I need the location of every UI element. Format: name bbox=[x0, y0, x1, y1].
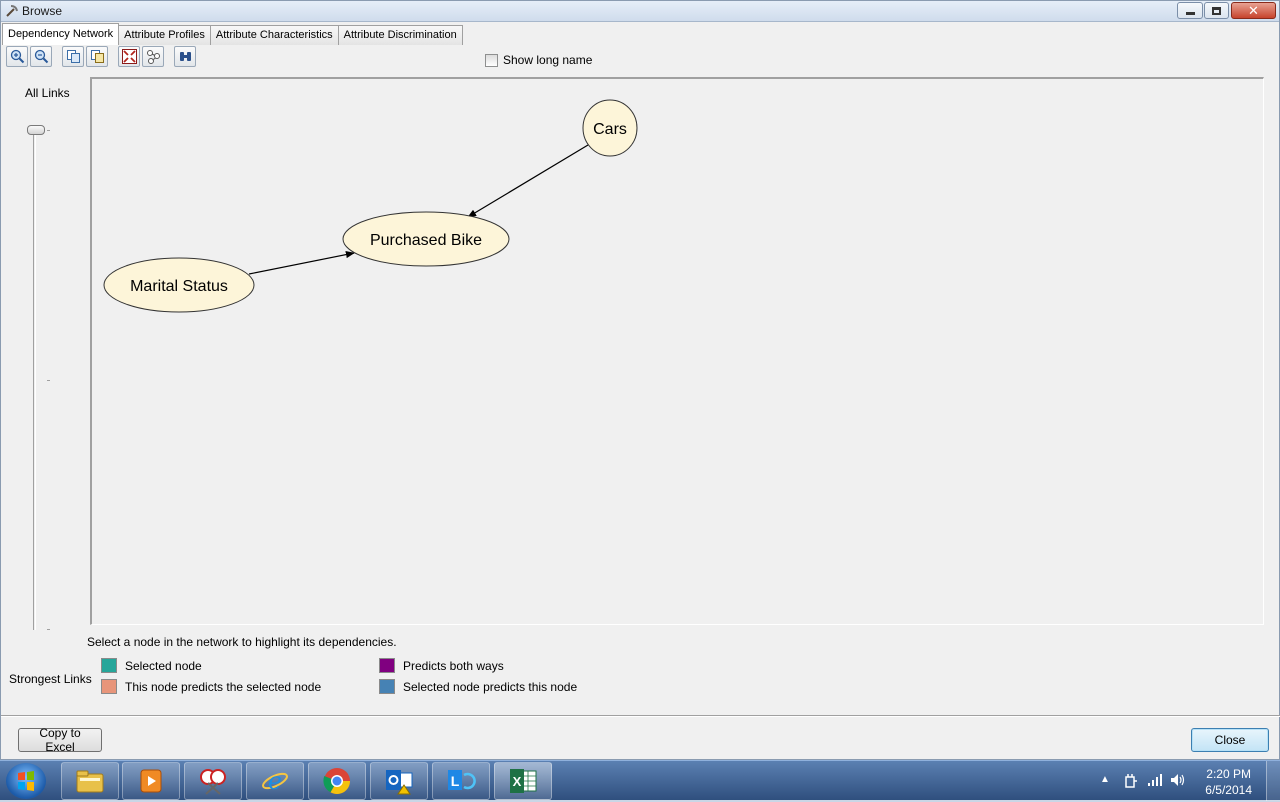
legend-swatch bbox=[101, 658, 117, 673]
taskbar-snipping-tool[interactable] bbox=[184, 762, 242, 800]
copy-graph-icon bbox=[90, 50, 104, 63]
copy-to-excel-button[interactable]: Copy to Excel bbox=[18, 726, 102, 754]
zoom-in-button[interactable] bbox=[6, 46, 28, 67]
legend-label: Predicts both ways bbox=[403, 658, 504, 673]
zoom-out-button[interactable] bbox=[30, 46, 52, 67]
volume-icon[interactable] bbox=[1170, 773, 1186, 787]
chrome-icon bbox=[323, 768, 351, 795]
zoom-out-icon bbox=[34, 49, 48, 64]
link-strength-slider-track[interactable] bbox=[33, 130, 36, 630]
hint-text: Select a node in the network to highligh… bbox=[87, 635, 397, 649]
dependency-network-canvas[interactable]: Cars Purchased Bike Marital Status bbox=[90, 77, 1264, 625]
minimize-button[interactable] bbox=[1177, 2, 1203, 19]
taskbar: e L X ▲ 2:20 PM 6/5/2014 bbox=[0, 760, 1280, 801]
system-tray: ▲ 2:20 PM 6/5/2014 bbox=[1090, 761, 1280, 801]
legend-selected-node: Selected node bbox=[101, 658, 202, 673]
network-graph: Cars Purchased Bike Marital Status bbox=[103, 99, 638, 313]
close-window-button[interactable]: ✕ bbox=[1231, 2, 1276, 19]
legend-swatch bbox=[101, 679, 117, 694]
slider-tick bbox=[47, 629, 50, 630]
show-long-name-checkbox[interactable] bbox=[485, 53, 498, 67]
node-cars[interactable]: Cars bbox=[582, 99, 638, 157]
layout-icon bbox=[146, 50, 160, 64]
taskbar-excel[interactable]: X bbox=[494, 762, 552, 800]
window-title: Browse bbox=[22, 4, 63, 18]
taskbar-media-player[interactable] bbox=[122, 762, 180, 800]
svg-text:e: e bbox=[268, 767, 282, 795]
media-player-icon bbox=[140, 769, 162, 793]
node-purchased-bike[interactable]: Purchased Bike bbox=[342, 211, 510, 267]
legend-predicts-selected: This node predicts the selected node bbox=[101, 679, 321, 694]
restore-button[interactable] bbox=[1204, 2, 1229, 19]
fit-to-window-button[interactable] bbox=[118, 46, 140, 67]
legend-label: Selected node bbox=[125, 658, 202, 673]
show-long-name-option[interactable]: Show long name bbox=[485, 53, 592, 67]
internet-explorer-icon: e bbox=[262, 767, 288, 795]
network-signal-icon[interactable] bbox=[1147, 773, 1163, 787]
legend-swatch bbox=[379, 658, 395, 673]
node-cars-label: Cars bbox=[593, 121, 627, 138]
restore-icon bbox=[1212, 6, 1221, 15]
tab-attribute-profiles[interactable]: Attribute Profiles bbox=[118, 25, 211, 45]
taskbar-lync[interactable]: L bbox=[432, 762, 490, 800]
taskbar-internet-explorer[interactable]: e bbox=[246, 762, 304, 800]
link-strength-slider-area: All Links bbox=[9, 83, 89, 633]
excel-icon: X bbox=[510, 769, 537, 793]
copy-graph-button[interactable] bbox=[86, 46, 108, 67]
legend-label: Selected node predicts this node bbox=[403, 679, 578, 694]
taskbar-chrome[interactable] bbox=[308, 762, 366, 800]
clock-date: 6/5/2014 bbox=[1205, 783, 1252, 797]
strongest-links-label: Strongest Links bbox=[9, 672, 92, 686]
minimize-icon bbox=[1185, 12, 1195, 15]
edge-cars-to-purchased-bike bbox=[467, 144, 589, 218]
node-marital-status-label: Marital Status bbox=[130, 278, 228, 295]
show-long-name-label: Show long name bbox=[503, 53, 593, 67]
slider-tick bbox=[47, 130, 50, 131]
taskbar-file-explorer[interactable] bbox=[61, 762, 119, 800]
tab-dependency-network[interactable]: Dependency Network bbox=[2, 23, 120, 45]
show-desktop-button[interactable] bbox=[1266, 761, 1280, 801]
legend-predicts-both-ways: Predicts both ways bbox=[379, 658, 504, 673]
bottom-separator bbox=[1, 715, 1280, 717]
zoom-in-icon bbox=[10, 49, 24, 64]
outlook-icon bbox=[386, 770, 413, 795]
show-hidden-icons[interactable]: ▲ bbox=[1100, 774, 1110, 785]
browse-window: Browse ✕ Dependency Network Attribute Pr… bbox=[0, 0, 1280, 760]
file-explorer-icon bbox=[76, 770, 104, 793]
clock-time: 2:20 PM bbox=[1206, 767, 1251, 781]
pickaxe-icon bbox=[6, 5, 18, 17]
tab-attribute-characteristics[interactable]: Attribute Characteristics bbox=[209, 25, 339, 45]
legend-label: This node predicts the selected node bbox=[125, 679, 322, 694]
edge-marital-status-to-purchased-bike bbox=[248, 251, 355, 275]
snipping-tool-icon bbox=[200, 769, 226, 795]
clock[interactable]: 2:20 PM 6/5/2014 bbox=[1205, 766, 1252, 798]
start-button[interactable] bbox=[6, 763, 46, 799]
tab-strip: Dependency Network Attribute Profiles At… bbox=[2, 23, 463, 45]
node-purchased-bike-label: Purchased Bike bbox=[370, 232, 482, 249]
power-icon[interactable] bbox=[1124, 773, 1138, 789]
lync-icon: L bbox=[448, 770, 476, 790]
find-node-button[interactable] bbox=[174, 46, 196, 67]
legend-selected-predicts-this: Selected node predicts this node bbox=[379, 679, 577, 694]
fit-icon bbox=[121, 49, 137, 64]
close-button[interactable]: Close bbox=[1191, 728, 1269, 752]
svg-text:X: X bbox=[513, 774, 522, 789]
windows-logo-icon bbox=[18, 771, 34, 791]
link-strength-slider-thumb[interactable] bbox=[27, 125, 45, 135]
slider-tick bbox=[47, 380, 50, 381]
legend-swatch bbox=[379, 679, 395, 694]
title-bar: Browse ✕ bbox=[1, 1, 1279, 22]
close-icon: ✕ bbox=[1248, 3, 1259, 18]
copy-button[interactable] bbox=[62, 46, 84, 67]
all-links-label: All Links bbox=[25, 86, 70, 100]
svg-text:L: L bbox=[451, 773, 460, 789]
tab-attribute-discrimination[interactable]: Attribute Discrimination bbox=[337, 25, 463, 45]
node-marital-status[interactable]: Marital Status bbox=[103, 257, 255, 313]
taskbar-outlook[interactable] bbox=[370, 762, 428, 800]
layout-button[interactable] bbox=[142, 46, 164, 67]
find-icon bbox=[179, 52, 191, 61]
copy-icon bbox=[66, 50, 80, 63]
